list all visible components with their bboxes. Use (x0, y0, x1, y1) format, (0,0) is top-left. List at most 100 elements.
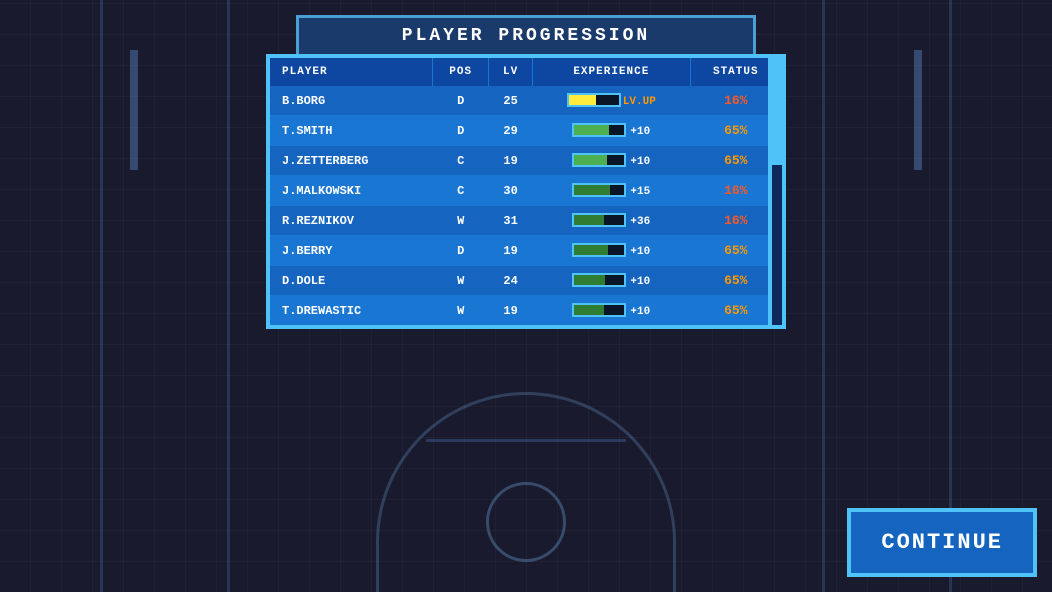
cell-status: 16% (690, 86, 781, 116)
backboard-right (914, 50, 922, 170)
col-experience: EXPERIENCE (533, 58, 690, 86)
cell-lv: 25 (489, 86, 533, 116)
table-row: J.MALKOWSKIC30 +15 16% (270, 176, 782, 206)
cell-lv: 30 (489, 176, 533, 206)
scrollbar-track[interactable] (770, 58, 782, 325)
cell-lv: 19 (489, 296, 533, 326)
status-value: 65% (724, 243, 747, 258)
xp-bar-container (572, 243, 626, 257)
table-panel: PLAYER POS LV EXPERIENCE STATUS B.BORGD2… (266, 54, 786, 329)
table-header-row: PLAYER POS LV EXPERIENCE STATUS (270, 58, 782, 86)
status-value: 16% (724, 213, 747, 228)
cell-pos: C (433, 146, 489, 176)
foul-line (426, 439, 626, 442)
xp-bar-fill (574, 275, 605, 285)
col-status: STATUS (690, 58, 781, 86)
xp-bar-fill (574, 245, 608, 255)
continue-button[interactable]: CONTINUE (847, 508, 1037, 577)
cell-player: T.SMITH (270, 116, 433, 146)
xp-bar-fill (569, 95, 597, 105)
xp-change-label: +36 (630, 216, 650, 228)
cell-lv: 19 (489, 146, 533, 176)
cell-status: 65% (690, 236, 781, 266)
cell-player: J.MALKOWSKI (270, 176, 433, 206)
court-lane-left (100, 0, 230, 592)
table-row: J.ZETTERBERGC19 +10 65% (270, 146, 782, 176)
table-row: T.SMITHD29 +10 65% (270, 116, 782, 146)
cell-status: 65% (690, 116, 781, 146)
court-circle (486, 482, 566, 562)
xp-bar-fill (574, 125, 609, 135)
title-bar: PLAYER PROGRESSION (296, 15, 756, 54)
cell-experience: +10 (533, 266, 690, 296)
cell-lv: 29 (489, 116, 533, 146)
progression-table: PLAYER POS LV EXPERIENCE STATUS B.BORGD2… (270, 58, 782, 325)
xp-bar-fill (574, 305, 604, 315)
xp-bar-container (572, 273, 626, 287)
status-value: 65% (724, 303, 747, 318)
col-lv: LV (489, 58, 533, 86)
cell-status: 65% (690, 146, 781, 176)
cell-experience: +10 (533, 146, 690, 176)
main-panel: PLAYER PROGRESSION PLAYER POS LV EXPERIE… (266, 15, 786, 329)
court-lane-right (822, 0, 952, 592)
cell-player: T.DREWASTIC (270, 296, 433, 326)
col-player: PLAYER (270, 58, 433, 86)
status-value: 65% (724, 123, 747, 138)
status-value: 65% (724, 273, 747, 288)
table-row: B.BORGD25 LV.UP 16% (270, 86, 782, 116)
status-value: 65% (724, 153, 747, 168)
status-value: 16% (724, 93, 747, 108)
table-row: D.DOLEW24 +10 65% (270, 266, 782, 296)
panel-title: PLAYER PROGRESSION (402, 26, 650, 46)
cell-experience: LV.UP (533, 86, 690, 116)
cell-player: J.ZETTERBERG (270, 146, 433, 176)
xp-bar-container (572, 153, 626, 167)
scrollbar-thumb[interactable] (772, 58, 782, 165)
cell-lv: 24 (489, 266, 533, 296)
cell-experience: +10 (533, 296, 690, 326)
xp-bar-container (567, 93, 621, 107)
xp-change-label: +10 (630, 276, 650, 288)
xp-bar-container (572, 183, 626, 197)
xp-change-label: +10 (630, 126, 650, 138)
xp-bar-fill (574, 215, 604, 225)
table-row: T.DREWASTICW19 +10 65% (270, 296, 782, 326)
cell-lv: 19 (489, 236, 533, 266)
xp-bar-container (572, 123, 626, 137)
backboard-left (130, 50, 138, 170)
cell-status: 16% (690, 206, 781, 236)
cell-status: 16% (690, 176, 781, 206)
table-row: J.BERRYD19 +10 65% (270, 236, 782, 266)
cell-status: 65% (690, 296, 781, 326)
cell-experience: +10 (533, 236, 690, 266)
xp-change-label: +10 (630, 156, 650, 168)
cell-status: 65% (690, 266, 781, 296)
cell-player: J.BERRY (270, 236, 433, 266)
xp-bar-container (572, 303, 626, 317)
cell-pos: W (433, 266, 489, 296)
cell-pos: W (433, 296, 489, 326)
cell-pos: D (433, 86, 489, 116)
xp-change-label: +10 (630, 246, 650, 258)
cell-lv: 31 (489, 206, 533, 236)
cell-player: R.REZNIKOV (270, 206, 433, 236)
status-value: 16% (724, 183, 747, 198)
xp-change-label: +15 (630, 186, 650, 198)
cell-player: B.BORG (270, 86, 433, 116)
table-row: R.REZNIKOVW31 +36 16% (270, 206, 782, 236)
cell-pos: W (433, 206, 489, 236)
table-panel-wrapper: PLAYER POS LV EXPERIENCE STATUS B.BORGD2… (266, 54, 786, 329)
xp-change-label: LV.UP (623, 96, 656, 108)
cell-experience: +15 (533, 176, 690, 206)
cell-pos: D (433, 116, 489, 146)
cell-player: D.DOLE (270, 266, 433, 296)
col-pos: POS (433, 58, 489, 86)
xp-bar-container (572, 213, 626, 227)
cell-experience: +36 (533, 206, 690, 236)
xp-bar-fill (574, 155, 607, 165)
cell-experience: +10 (533, 116, 690, 146)
cell-pos: D (433, 236, 489, 266)
xp-change-label: +10 (630, 306, 650, 318)
cell-pos: C (433, 176, 489, 206)
